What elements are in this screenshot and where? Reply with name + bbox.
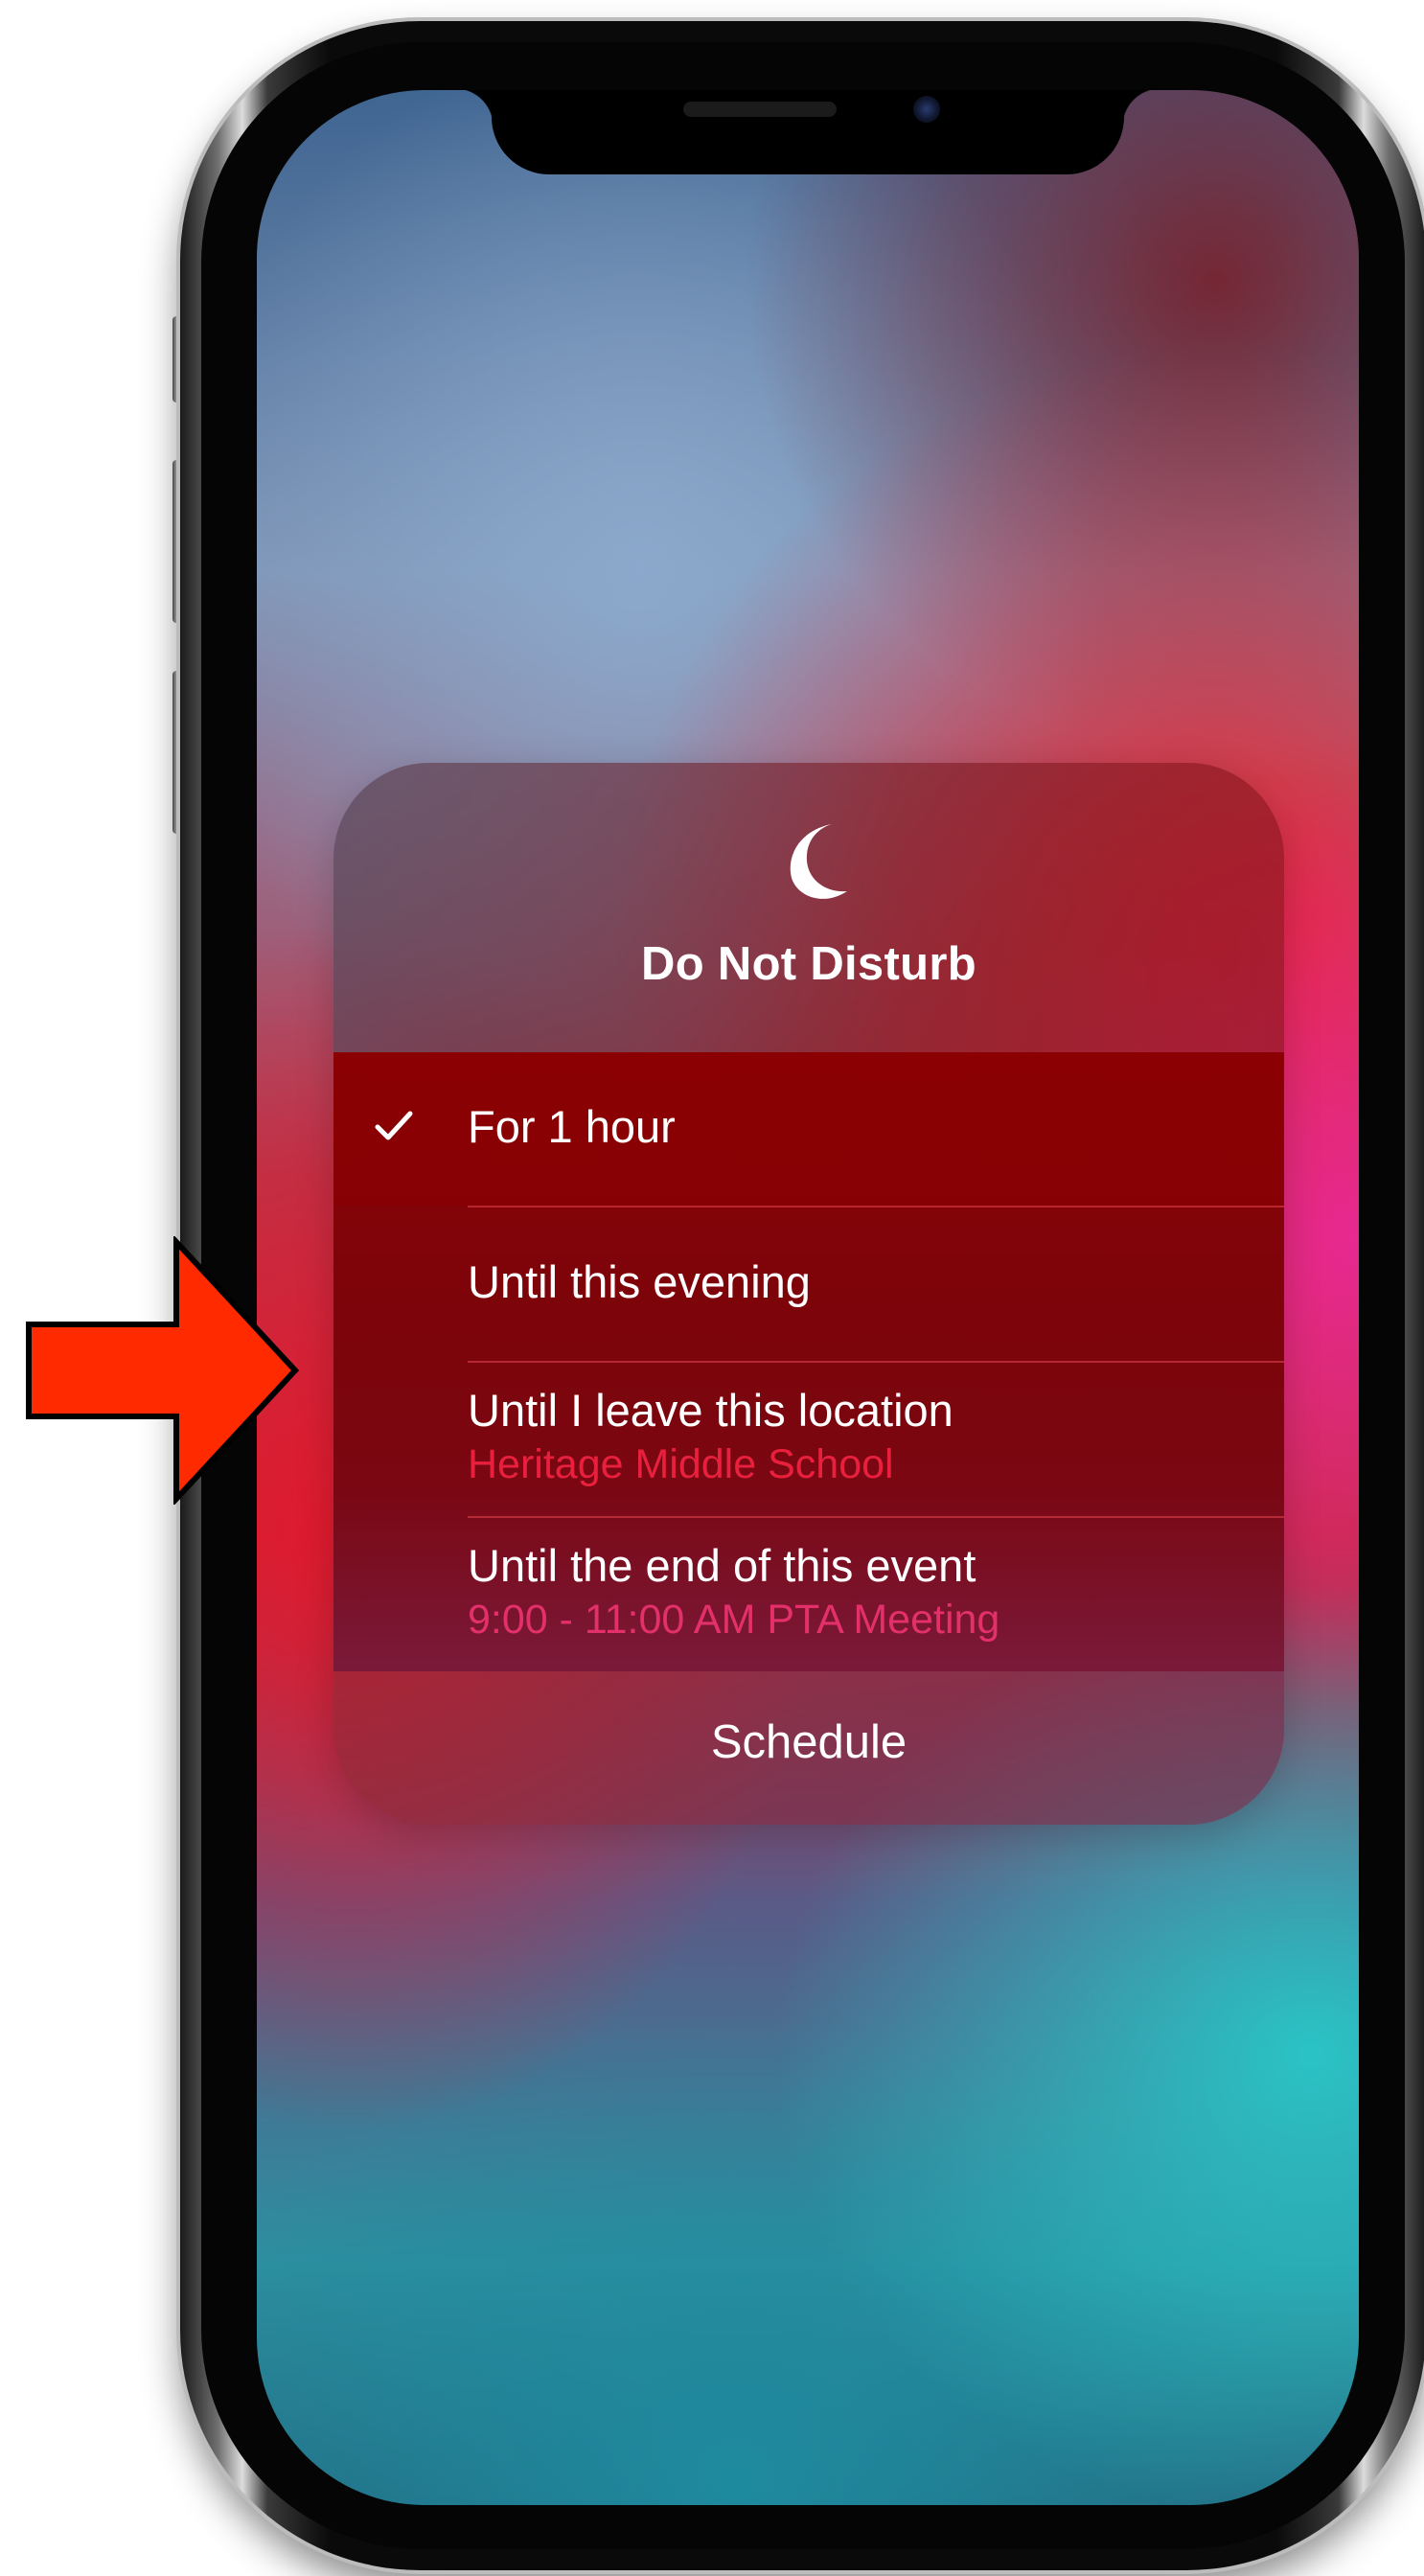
option-sublabel-location: Heritage Middle School	[468, 1441, 894, 1487]
option-until-end-of-event[interactable]: Until the end of this event 9:00 - 11:00…	[333, 1518, 1284, 1671]
option-label: Until I leave this location	[468, 1385, 953, 1436]
option-until-this-evening[interactable]: Until this evening	[333, 1208, 1284, 1361]
earpiece-speaker	[683, 102, 837, 117]
option-until-leave-location[interactable]: Until I leave this location Heritage Mid…	[333, 1363, 1284, 1516]
schedule-button[interactable]: Schedule	[333, 1671, 1284, 1825]
notch-ear-left	[455, 90, 494, 126]
option-sublabel-event: 9:00 - 11:00 AM PTA Meeting	[468, 1597, 1000, 1643]
checkmark-icon	[375, 1111, 413, 1140]
option-label: Until the end of this event	[468, 1540, 976, 1591]
dnd-options-list: For 1 hour Until this evening Until I le…	[333, 1052, 1284, 1671]
phone-screen: Do Not Disturb For 1 hour Until this eve…	[257, 90, 1359, 2505]
divider	[468, 1206, 1284, 1208]
divider	[468, 1361, 1284, 1363]
schedule-label: Schedule	[710, 1716, 907, 1768]
option-for-1-hour[interactable]: For 1 hour	[333, 1052, 1284, 1206]
do-not-disturb-card: Do Not Disturb For 1 hour Until this eve…	[333, 763, 1284, 1825]
divider	[468, 1516, 1284, 1518]
option-label: Until this evening	[468, 1256, 811, 1307]
notch	[492, 90, 1124, 174]
notch-ear-right	[1122, 90, 1160, 126]
option-label: For 1 hour	[468, 1101, 676, 1152]
dnd-title: Do Not Disturb	[641, 938, 976, 990]
dnd-header: Do Not Disturb	[333, 763, 1284, 1052]
front-camera	[913, 96, 940, 123]
arrow-right-icon	[26, 1236, 300, 1505]
moon-icon	[790, 824, 847, 899]
